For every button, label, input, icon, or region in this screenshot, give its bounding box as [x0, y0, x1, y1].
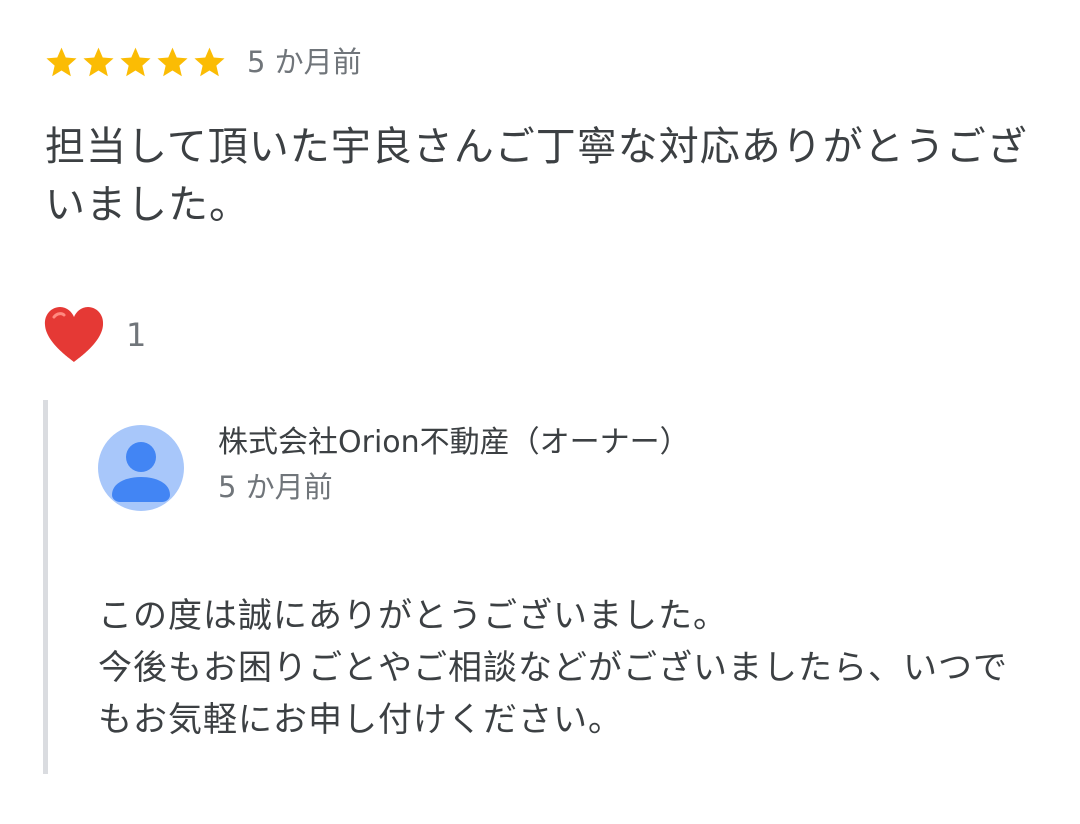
star-icon: [120, 47, 151, 76]
owner-reply-date: 5 か月前: [218, 470, 333, 504]
star-icon: [194, 47, 225, 76]
heart-icon[interactable]: [42, 305, 106, 365]
owner-reply: 株式会社Orion不動産（オーナー） 5 か月前 この度は誠にありがとうございま…: [43, 400, 1048, 774]
avatar: [98, 425, 184, 511]
review-text: 担当して頂いた宇良さんご丁寧な対応ありがとうございました。: [45, 124, 1028, 228]
rating-row: 5 か月前: [44, 40, 362, 84]
star-icon: [157, 47, 188, 76]
owner-reply-text: この度は誠にありがとうございました。 今後もお困りごとやご相談などがございました…: [98, 596, 1008, 740]
reaction-count: 1: [126, 316, 147, 354]
person-icon: [112, 442, 170, 502]
owner-name: 株式会社Orion不動産（オーナー）: [218, 425, 690, 460]
review-date: 5 か月前: [247, 45, 362, 79]
star-rating: [44, 45, 227, 80]
star-icon: [46, 47, 77, 76]
reaction-row[interactable]: 1: [42, 300, 146, 370]
star-icon: [83, 47, 114, 76]
review-card: 5 か月前 担当して頂いた宇良さんご丁寧な対応ありがとうございました。 1 株式…: [0, 0, 1080, 824]
